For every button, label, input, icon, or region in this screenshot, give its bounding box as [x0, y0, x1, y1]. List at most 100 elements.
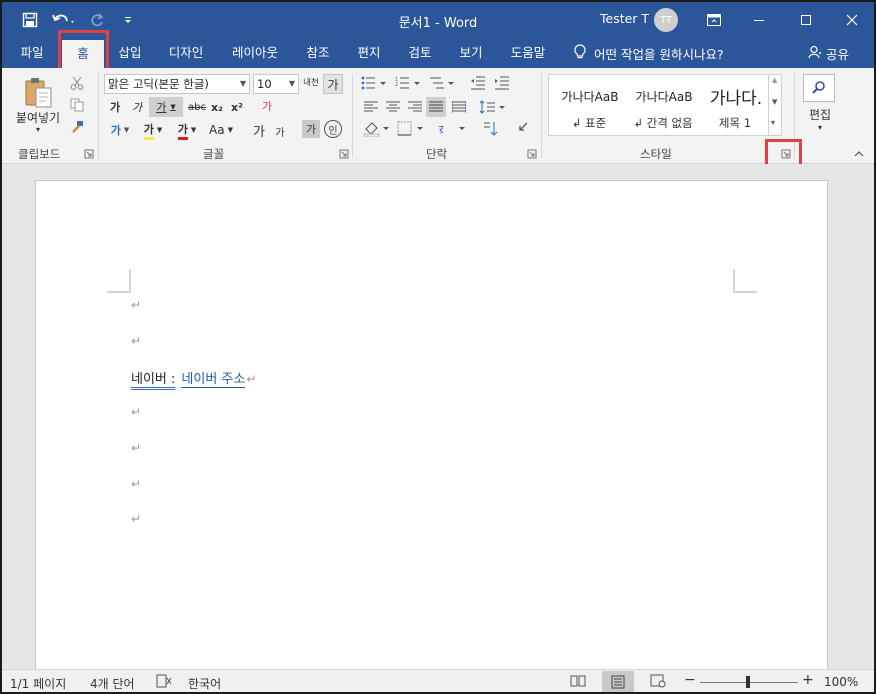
- format-painter-icon[interactable]: [68, 118, 86, 136]
- shrink-font-button[interactable]: 가: [272, 122, 288, 140]
- style-heading-1[interactable]: 가나다. 제목 1: [699, 75, 771, 135]
- decrease-indent-icon[interactable]: [468, 74, 488, 92]
- tab-view[interactable]: 보기: [451, 38, 491, 68]
- ribbon-display-options-button[interactable]: [702, 8, 726, 32]
- char-shading-button[interactable]: 가: [302, 120, 320, 138]
- tab-insert[interactable]: 삽입: [110, 38, 150, 68]
- bold-button[interactable]: 가: [106, 98, 124, 116]
- underline-button[interactable]: 가 ▼: [149, 97, 183, 117]
- font-name-dropdown[interactable]: 맑은 고딕(본문 한글) ▼: [104, 74, 250, 94]
- clear-formatting-text: 가: [261, 100, 273, 113]
- svg-text:2: 2: [395, 82, 398, 88]
- undo-icon[interactable]: [50, 10, 78, 30]
- redo-icon[interactable]: [88, 10, 108, 30]
- paste-dropdown-icon[interactable]: ▾: [30, 124, 46, 134]
- tab-layout[interactable]: 레이아웃: [224, 38, 286, 68]
- avatar[interactable]: TT: [654, 8, 678, 32]
- chevron-down-icon: ▼: [170, 103, 176, 111]
- grow-font-button[interactable]: 가: [250, 120, 268, 140]
- numbering-icon[interactable]: 12: [394, 74, 424, 92]
- zoom-level[interactable]: 100%: [824, 675, 858, 689]
- align-center-icon[interactable]: [384, 98, 402, 116]
- font-color-text: 가: [177, 121, 188, 140]
- tell-me-text: 어떤 작업을 원하시나요?: [594, 46, 724, 62]
- paragraph-launcher-icon[interactable]: [527, 148, 537, 159]
- user-name[interactable]: Tester T: [600, 11, 649, 26]
- show-formatting-marks-icon[interactable]: [514, 120, 532, 138]
- change-case-button[interactable]: Aa ▼: [206, 120, 236, 140]
- tab-design[interactable]: 디자인: [160, 38, 212, 68]
- tab-references[interactable]: 참조: [298, 38, 338, 68]
- share-button[interactable]: 공유: [808, 38, 849, 68]
- sort-icon[interactable]: [480, 120, 500, 138]
- tab-file[interactable]: 파일: [12, 38, 52, 68]
- char-border-icon[interactable]: 가: [323, 74, 343, 94]
- proofing-icon[interactable]: [156, 674, 172, 691]
- scroll-down-icon[interactable]: ▼: [772, 98, 777, 106]
- ribbon: 붙여넣기 ▾ 클립보드 맑은 고딕(본문 한글) ▼ 10 ▼ 내천 가 가 가…: [2, 68, 874, 164]
- language-indicator[interactable]: 한국어: [188, 675, 221, 692]
- document-area[interactable]: ↵ ↵ 네이버 : 네이버 주소 ↵ ↵ ↵ ↵ ↵: [2, 164, 874, 680]
- clipboard-group-label: 클립보드: [18, 147, 61, 161]
- minimize-button[interactable]: [747, 8, 771, 32]
- shading-icon[interactable]: [362, 120, 392, 138]
- font-launcher-icon[interactable]: [339, 148, 349, 159]
- editing-button[interactable]: 편집: [802, 106, 838, 122]
- zoom-in-button[interactable]: +: [802, 672, 814, 688]
- print-layout-button[interactable]: [602, 671, 634, 692]
- align-right-icon[interactable]: [406, 98, 424, 116]
- enclose-characters-icon[interactable]: 인: [324, 120, 342, 138]
- close-button[interactable]: [840, 8, 864, 32]
- tell-me-search[interactable]: 어떤 작업을 원하시나요?: [574, 38, 724, 68]
- editing-dropdown-icon[interactable]: ▾: [814, 122, 826, 132]
- multilevel-list-icon[interactable]: [428, 74, 458, 92]
- status-bar: 1/1 페이지 4개 단어 한국어 − + 100%: [2, 669, 874, 692]
- subscript-button[interactable]: x₂: [208, 98, 226, 116]
- page-count[interactable]: 1/1 페이지: [10, 675, 66, 692]
- document-page[interactable]: ↵ ↵ 네이버 : 네이버 주소 ↵ ↵ ↵ ↵ ↵: [35, 180, 828, 680]
- borders-icon[interactable]: [396, 120, 426, 138]
- cut-icon[interactable]: [68, 74, 86, 92]
- scroll-up-icon[interactable]: ▲: [772, 76, 777, 84]
- align-left-icon[interactable]: [362, 98, 380, 116]
- save-icon[interactable]: [20, 10, 40, 30]
- maximize-button[interactable]: [794, 8, 818, 32]
- find-icon[interactable]: [803, 74, 835, 102]
- phonetic-guide-icon[interactable]: 내천: [302, 72, 320, 94]
- styles-launcher-icon[interactable]: [781, 148, 791, 159]
- word-count[interactable]: 4개 단어: [90, 675, 135, 692]
- font-color-button[interactable]: 가 ▼: [172, 120, 202, 140]
- text-effects-button[interactable]: 가 ▼: [106, 120, 134, 140]
- clear-formatting-icon[interactable]: 가: [258, 96, 276, 116]
- read-mode-icon[interactable]: [570, 674, 586, 691]
- link-text[interactable]: 네이버 주소: [181, 368, 246, 388]
- web-layout-icon[interactable]: [650, 674, 666, 691]
- superscript-button[interactable]: x²: [228, 98, 246, 116]
- tab-help[interactable]: 도움말: [502, 38, 554, 68]
- zoom-out-button[interactable]: −: [684, 672, 696, 688]
- justify-icon[interactable]: [426, 97, 446, 117]
- clipboard-launcher-icon[interactable]: [84, 148, 94, 159]
- asian-layout-icon[interactable]: ऱ: [438, 120, 468, 138]
- collapse-ribbon-icon[interactable]: [852, 148, 866, 160]
- font-size-dropdown[interactable]: 10 ▼: [253, 74, 299, 94]
- tab-mailings[interactable]: 편지: [349, 38, 389, 68]
- zoom-slider-handle[interactable]: [746, 676, 750, 688]
- increase-indent-icon[interactable]: [492, 74, 512, 92]
- line-spacing-icon[interactable]: [478, 98, 508, 116]
- distributed-icon[interactable]: [450, 98, 468, 116]
- bullets-icon[interactable]: [360, 74, 390, 92]
- tab-home[interactable]: 홈: [62, 40, 104, 68]
- customize-qat-icon[interactable]: [118, 10, 138, 30]
- italic-button[interactable]: 가: [128, 98, 146, 116]
- style-no-spacing[interactable]: 가나다AaB ↲ 간격 없음: [627, 75, 699, 135]
- style-normal[interactable]: 가나다AaB ↲ 표준: [553, 75, 625, 135]
- copy-icon[interactable]: [68, 96, 86, 114]
- more-styles-icon[interactable]: ▾: [771, 118, 775, 127]
- paste-icon[interactable]: [14, 74, 62, 110]
- tab-review[interactable]: 검토: [400, 38, 440, 68]
- document-line[interactable]: 네이버 : 네이버 주소 ↵: [131, 368, 256, 390]
- style-preview: 가나다AaB: [635, 90, 693, 104]
- highlight-color-button[interactable]: 가 ▼: [138, 120, 168, 140]
- strikethrough-button[interactable]: abc: [186, 98, 208, 116]
